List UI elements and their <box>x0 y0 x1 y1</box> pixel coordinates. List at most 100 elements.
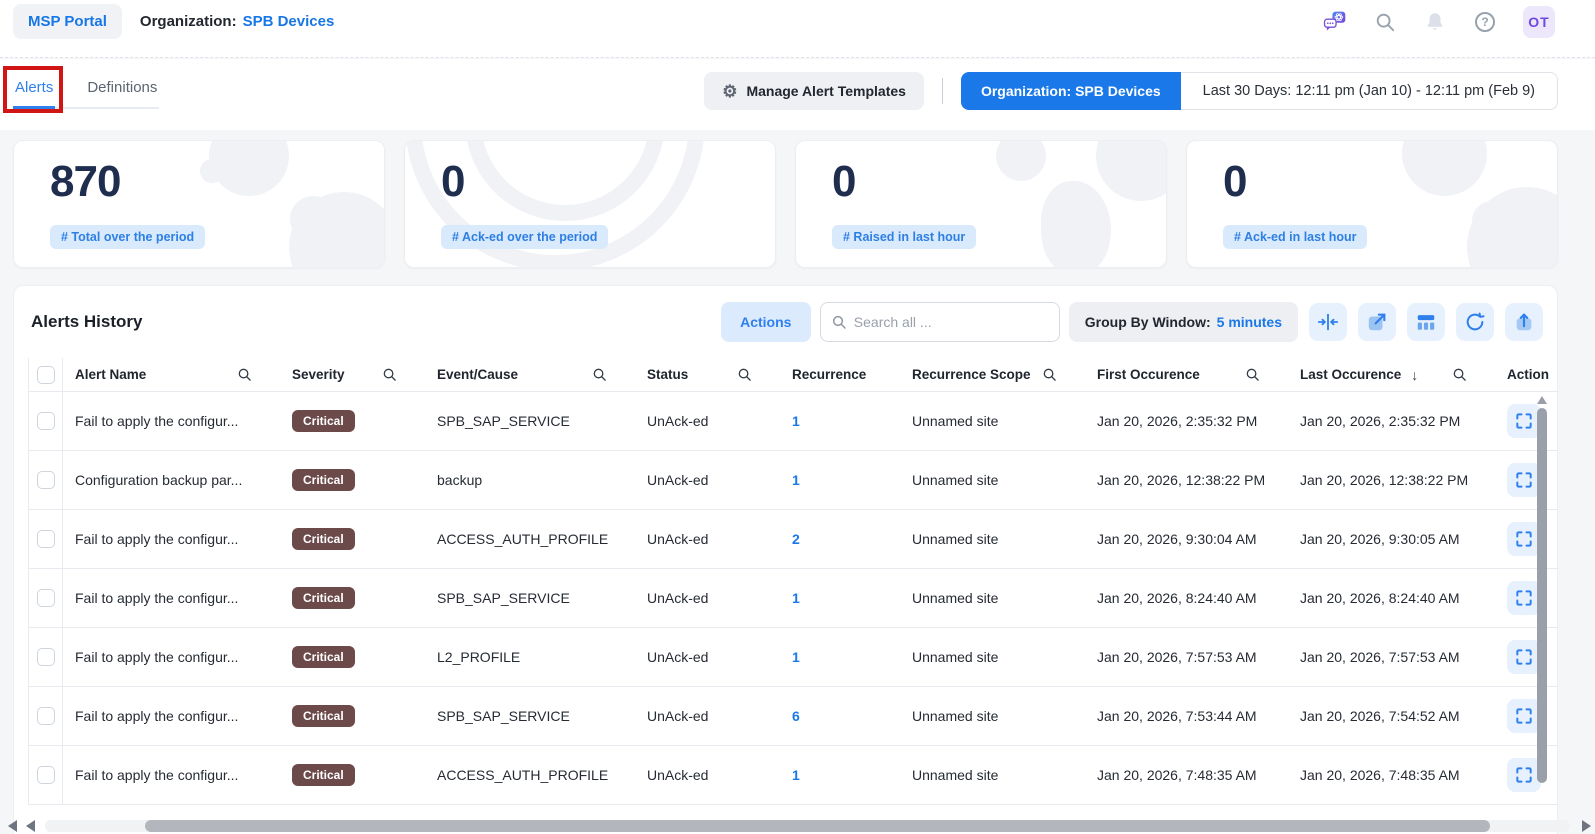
manage-columns-button[interactable] <box>1407 303 1445 341</box>
expand-row-icon <box>1514 470 1534 490</box>
recurrence-scope-cell: Unnamed site <box>900 628 1085 686</box>
help-icon[interactable]: ? <box>1473 10 1497 34</box>
table-row: Fail to apply the configur... Critical A… <box>29 746 1557 805</box>
status: UnAck-ed <box>647 413 708 429</box>
severity-badge: Critical <box>292 528 355 550</box>
column-search-icon[interactable] <box>237 367 252 382</box>
column-header[interactable]: Action <box>1495 358 1557 391</box>
expand-row-icon <box>1514 647 1534 667</box>
column-header[interactable]: Alert Name <box>63 358 280 391</box>
event-cause: backup <box>437 472 482 488</box>
row-checkbox[interactable] <box>37 530 55 548</box>
date-range-picker[interactable]: Last 30 Days: 12:11 pm (Jan 10) - 12:11 … <box>1181 72 1558 110</box>
scroll-left-icon[interactable] <box>26 820 35 832</box>
recurrence-link[interactable]: 6 <box>792 708 800 724</box>
columns-icon <box>1415 311 1437 333</box>
actions-button[interactable]: Actions <box>721 302 811 342</box>
sort-desc-icon[interactable]: ↓ <box>1411 367 1418 383</box>
recurrence-link[interactable]: 1 <box>792 413 800 429</box>
recurrence-link[interactable]: 1 <box>792 649 800 665</box>
alert-name-cell: Fail to apply the configur... <box>63 687 280 745</box>
row-checkbox[interactable] <box>37 589 55 607</box>
msp-portal-button[interactable]: MSP Portal <box>13 4 122 39</box>
column-search-icon[interactable] <box>382 367 397 382</box>
horizontal-scrollbar-thumb[interactable] <box>145 820 1490 832</box>
export-button[interactable] <box>1505 303 1543 341</box>
column-header[interactable]: Severity <box>280 358 425 391</box>
status-cell: UnAck-ed <box>635 569 780 627</box>
column-search-icon[interactable] <box>737 367 752 382</box>
row-checkbox[interactable] <box>37 707 55 725</box>
alert-name-cell: Fail to apply the configur... <box>63 746 280 804</box>
recurrence-link[interactable]: 1 <box>792 590 800 606</box>
organization-name-link[interactable]: SPB Devices <box>243 13 335 30</box>
first-occurence-cell: Jan 20, 2026, 8:24:40 AM <box>1085 569 1288 627</box>
panel-title: Alerts History <box>31 312 142 332</box>
first-occurence-cell: Jan 20, 2026, 7:48:35 AM <box>1085 746 1288 804</box>
status: UnAck-ed <box>647 767 708 783</box>
notifications-bell-icon[interactable] <box>1423 10 1447 34</box>
checkbox-cell <box>29 392 63 450</box>
last-occurence: Jan 20, 2026, 7:57:53 AM <box>1300 649 1460 665</box>
tab-alerts[interactable]: Alerts <box>13 73 55 109</box>
scroll-right-icon[interactable] <box>1582 820 1591 832</box>
row-checkbox[interactable] <box>37 471 55 489</box>
horizontal-scrollbar[interactable] <box>0 818 1595 834</box>
tab-bar: Alerts Definitions ⚙ Manage Alert Templa… <box>0 59 1595 130</box>
row-checkbox[interactable] <box>37 648 55 666</box>
avatar[interactable]: OT <box>1523 6 1555 38</box>
event-cause-cell: ACCESS_AUTH_PROFILE <box>425 510 635 568</box>
column-header[interactable]: Recurrence <box>780 358 900 391</box>
tab-definitions[interactable]: Definitions <box>85 73 159 107</box>
vertical-scrollbar[interactable] <box>1536 396 1548 834</box>
column-search-icon[interactable] <box>1042 367 1057 382</box>
collapse-columns-button[interactable] <box>1309 303 1347 341</box>
column-label: Severity <box>292 367 345 382</box>
scroll-left-icon[interactable] <box>8 820 17 832</box>
alert-name-cell: Fail to apply the configur... <box>63 569 280 627</box>
search-input[interactable] <box>854 314 1049 330</box>
scroll-up-icon[interactable] <box>1537 396 1547 404</box>
search-icon[interactable] <box>1373 10 1397 34</box>
group-by-window-selector[interactable]: Group By Window: 5 minutes <box>1069 302 1298 342</box>
last-occurence-cell: Jan 20, 2026, 7:57:53 AM <box>1288 628 1495 686</box>
recurrence-cell: 1 <box>780 451 900 509</box>
column-header[interactable]: Recurrence Scope <box>900 358 1085 391</box>
organization-filter-button[interactable]: Organization: SPB Devices <box>961 72 1181 110</box>
manage-alert-templates-button[interactable]: ⚙ Manage Alert Templates <box>704 72 924 110</box>
recurrence-link[interactable]: 2 <box>792 531 800 547</box>
column-search-icon[interactable] <box>1245 367 1260 382</box>
event-cause-cell: L2_PROFILE <box>425 628 635 686</box>
column-header[interactable]: First Occurence <box>1085 358 1288 391</box>
recurrence-link[interactable]: 1 <box>792 472 800 488</box>
recurrence-link[interactable]: 1 <box>792 767 800 783</box>
column-header[interactable] <box>29 358 63 391</box>
column-label: Action <box>1507 367 1549 382</box>
table-row: Fail to apply the configur... Critical A… <box>29 510 1557 569</box>
recurrence-scope: Unnamed site <box>912 767 998 783</box>
alert-name-cell: Configuration backup par... <box>63 451 280 509</box>
recurrence-cell: 1 <box>780 746 900 804</box>
select-all-checkbox[interactable] <box>37 366 55 384</box>
assistant-chat-icon[interactable] <box>1323 10 1347 34</box>
expand-row-icon <box>1514 765 1534 785</box>
table-row: Configuration backup par... Critical bac… <box>29 451 1557 510</box>
search-box[interactable] <box>820 302 1060 342</box>
recurrence-scope: Unnamed site <box>912 590 998 606</box>
last-occurence-cell: Jan 20, 2026, 2:35:32 PM <box>1288 392 1495 450</box>
column-header[interactable]: Status <box>635 358 780 391</box>
column-header[interactable]: Last Occurence ↓ <box>1288 358 1495 391</box>
row-checkbox[interactable] <box>37 766 55 784</box>
vertical-scrollbar-thumb[interactable] <box>1537 408 1547 783</box>
event-cause: ACCESS_AUTH_PROFILE <box>437 767 608 783</box>
column-search-icon[interactable] <box>1452 367 1467 382</box>
row-checkbox[interactable] <box>37 412 55 430</box>
open-new-window-button[interactable] <box>1358 303 1396 341</box>
status: UnAck-ed <box>647 590 708 606</box>
refresh-button[interactable] <box>1456 303 1494 341</box>
column-header[interactable]: Event/Cause <box>425 358 635 391</box>
msp-portal-page: MSP Portal Organization:SPB Devices <box>0 0 1595 834</box>
column-search-icon[interactable] <box>592 367 607 382</box>
first-occurence: Jan 20, 2026, 7:53:44 AM <box>1097 708 1257 724</box>
recurrence-cell: 6 <box>780 687 900 745</box>
